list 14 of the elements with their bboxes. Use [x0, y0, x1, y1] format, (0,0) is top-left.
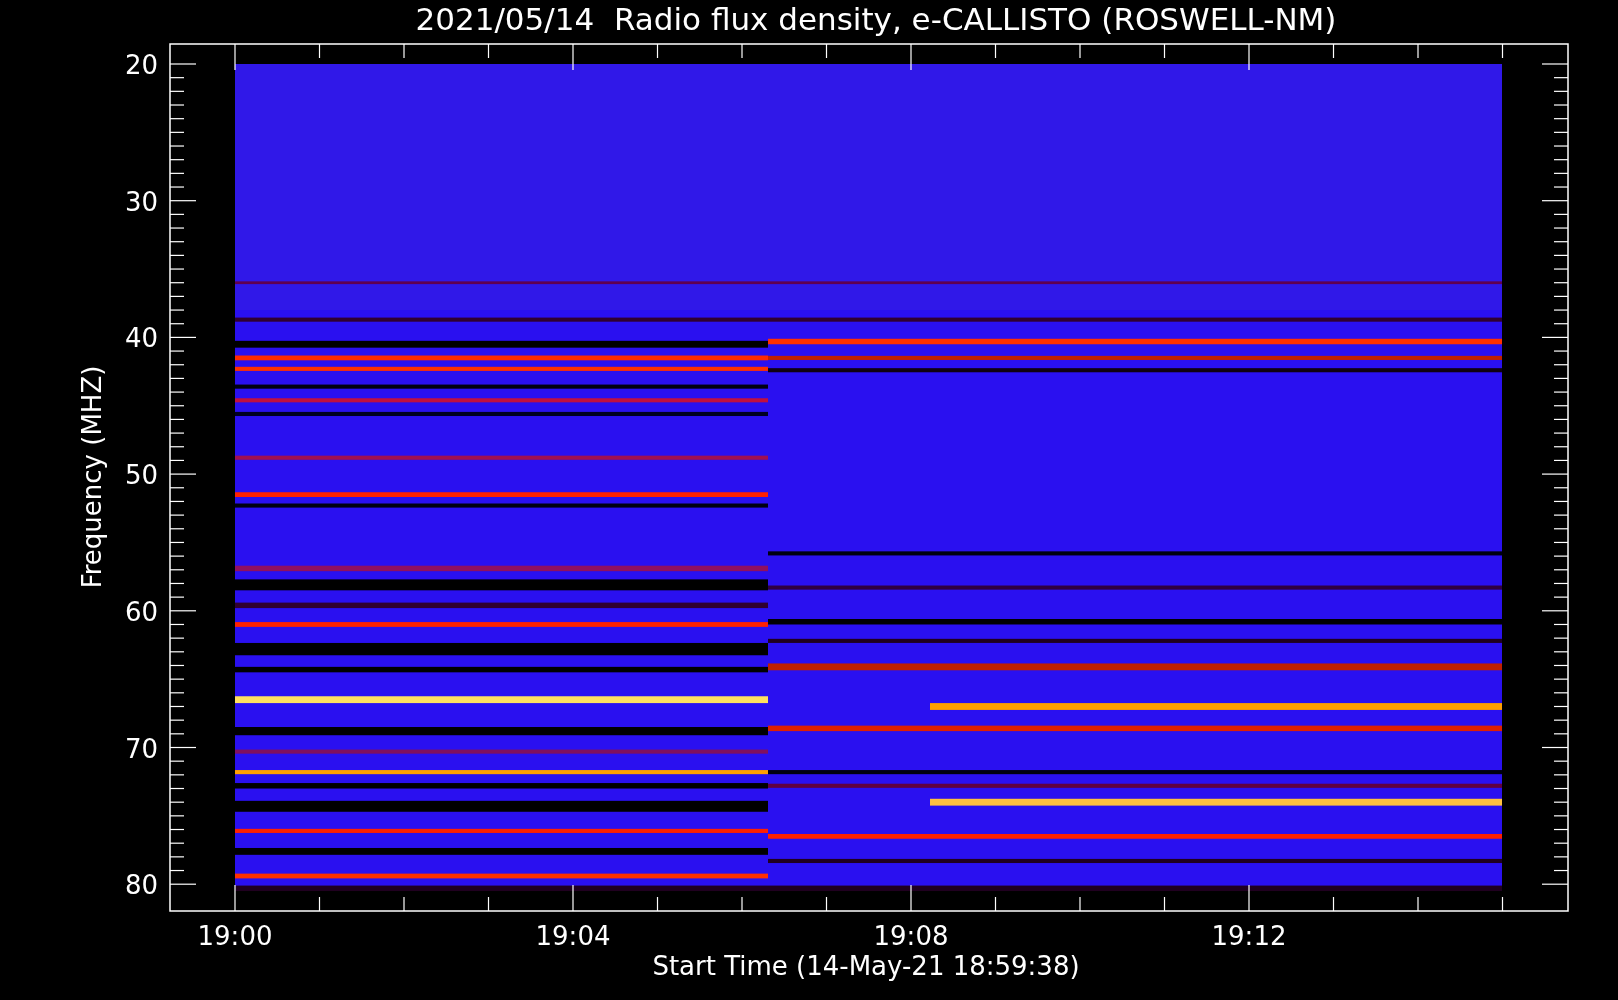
y-tick-label: 60: [124, 596, 158, 627]
x-tick-label: 19:08: [873, 921, 949, 951]
x-tick-label: 19:04: [535, 921, 611, 951]
y-tick-label: 30: [124, 186, 158, 217]
x-axis-title: Start Time (14-May-21 18:59:38): [652, 951, 1080, 981]
y-axis-title: Frequency (MHZ): [77, 365, 107, 589]
y-tick-label: 80: [124, 870, 158, 901]
x-tick-label: 19:12: [1211, 921, 1287, 951]
y-tick-label: 20: [124, 50, 158, 80]
y-tick-label: 70: [124, 733, 158, 764]
chart-title: 2021/05/14 Radio flux density, e-CALLISTO (ROSWELL-NM): [415, 1, 1337, 37]
y-tick-label: 50: [124, 460, 158, 491]
y-tick-label: 40: [124, 323, 158, 354]
x-tick-label: 19:00: [197, 921, 273, 951]
